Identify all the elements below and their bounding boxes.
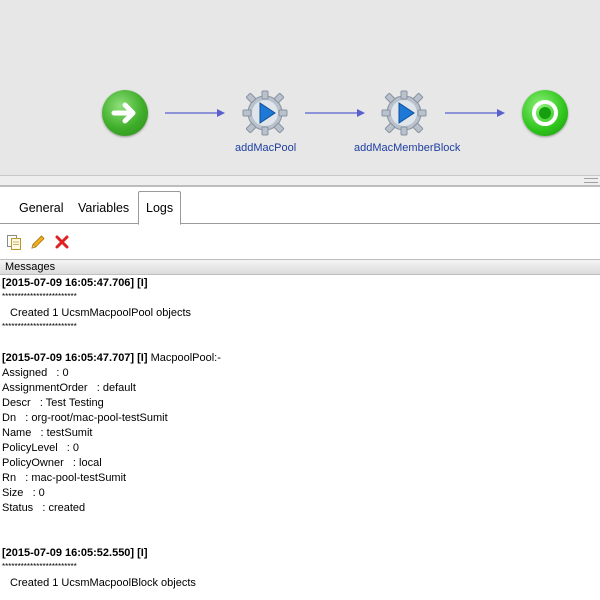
connector-arrow	[305, 109, 365, 117]
log-blank-line	[2, 336, 600, 351]
tab-general[interactable]: General	[13, 193, 69, 224]
log-line: [2015-07-09 16:05:52.550] [I]	[2, 547, 148, 559]
tab-variables[interactable]: Variables	[72, 193, 135, 224]
log-text: MacpoolPool:-	[147, 352, 221, 364]
log-line: ************************	[2, 562, 77, 571]
log-blank-line	[2, 531, 600, 546]
workflow-canvas: addMacPool addMacMemberBlock	[0, 0, 600, 176]
log-line: [2015-07-09 16:05:47.707] [I] MacpoolPoo…	[2, 351, 600, 366]
task-node-add-mac-member-block[interactable]	[381, 90, 427, 136]
edit-icon[interactable]	[30, 234, 46, 250]
connector-arrow	[165, 109, 225, 117]
log-toolbar	[0, 231, 600, 253]
panel-splitter[interactable]	[0, 176, 600, 186]
arrow-right-icon	[111, 102, 136, 124]
log-line: Status : created	[2, 502, 86, 514]
log-blank-line	[2, 516, 600, 531]
log-line: Name : testSumit	[2, 427, 93, 439]
log-line: Created 1 UcsmMacpoolPool objects	[7, 307, 192, 319]
end-node[interactable]	[522, 90, 568, 136]
stop-ring-icon	[532, 100, 558, 126]
log-line: Descr : Test Testing	[2, 397, 104, 409]
log-line: PolicyLevel : 0	[2, 442, 80, 454]
log-line: ************************	[2, 322, 77, 331]
delete-icon[interactable]	[54, 234, 70, 250]
details-panel: General Variables Logs Messages [2015-07…	[0, 186, 600, 600]
start-node[interactable]	[102, 90, 148, 136]
log-line: AssignmentOrder : default	[2, 382, 136, 394]
log-line: Assigned : 0	[2, 367, 69, 379]
log-line: Size : 0	[2, 487, 45, 499]
log-line: [2015-07-09 16:05:47.706] [I]	[2, 277, 148, 289]
messages-column-header: Messages	[0, 259, 600, 275]
task-label-add-mac-pool: addMacPool	[235, 142, 297, 154]
log-timestamp: [2015-07-09 16:05:47.707] [I]	[2, 352, 148, 364]
tab-bar: General Variables Logs	[0, 187, 600, 225]
log-messages[interactable]: [2015-07-09 16:05:47.706] [I] **********…	[0, 276, 600, 600]
gear-play-icon	[242, 90, 288, 136]
copy-icon[interactable]	[6, 234, 22, 250]
task-label-add-mac-member-block: addMacMemberBlock	[354, 142, 461, 154]
splitter-grip-icon[interactable]	[584, 178, 598, 183]
tab-logs[interactable]: Logs	[138, 191, 182, 225]
log-line: Dn : org-root/mac-pool-testSumit	[2, 412, 168, 424]
log-line: PolicyOwner : local	[2, 457, 102, 469]
log-line: ************************	[2, 292, 77, 301]
log-line: Rn : mac-pool-testSumit	[2, 472, 127, 484]
log-line: Created 1 UcsmMacpoolBlock objects	[7, 577, 196, 589]
task-node-add-mac-pool[interactable]	[242, 90, 288, 136]
connector-arrow	[445, 109, 505, 117]
gear-play-icon	[381, 90, 427, 136]
